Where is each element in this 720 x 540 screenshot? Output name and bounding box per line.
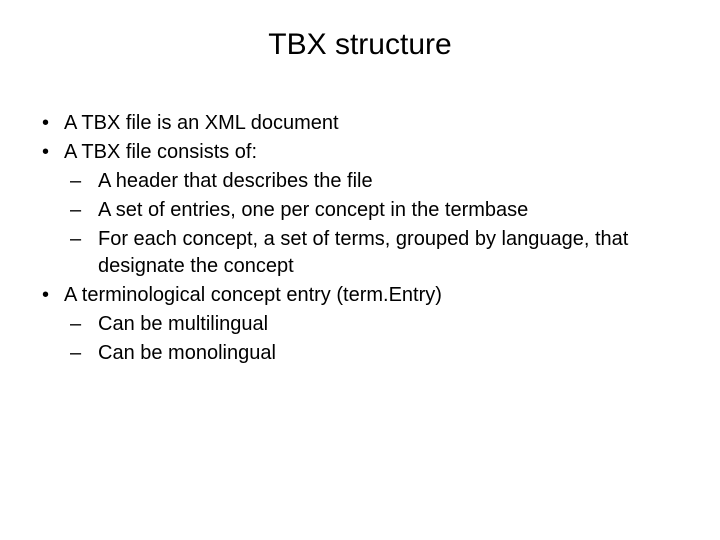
dash-marker: –	[70, 226, 98, 280]
slide-content: • A TBX file is an XML document • A TBX …	[36, 110, 684, 367]
bullet-marker: •	[36, 139, 64, 166]
bullet-marker: •	[36, 282, 64, 309]
dash-marker: –	[70, 168, 98, 195]
list-item: – For each concept, a set of terms, grou…	[36, 226, 684, 280]
bullet-text: A terminological concept entry (term.Ent…	[64, 282, 684, 309]
bullet-text: A TBX file is an XML document	[64, 110, 684, 137]
bullet-text: Can be multilingual	[98, 311, 684, 338]
list-item: – A header that describes the file	[36, 168, 684, 195]
list-item: • A TBX file is an XML document	[36, 110, 684, 137]
list-item: – Can be monolingual	[36, 340, 684, 367]
list-item: • A terminological concept entry (term.E…	[36, 282, 684, 309]
dash-marker: –	[70, 197, 98, 224]
list-item: – A set of entries, one per concept in t…	[36, 197, 684, 224]
bullet-text: Can be monolingual	[98, 340, 684, 367]
list-item: – Can be multilingual	[36, 311, 684, 338]
bullet-marker: •	[36, 110, 64, 137]
bullet-text: A header that describes the file	[98, 168, 684, 195]
slide-title: TBX structure	[36, 28, 684, 62]
dash-marker: –	[70, 311, 98, 338]
bullet-text: A set of entries, one per concept in the…	[98, 197, 684, 224]
list-item: • A TBX file consists of:	[36, 139, 684, 166]
bullet-text: For each concept, a set of terms, groupe…	[98, 226, 684, 280]
bullet-text: A TBX file consists of:	[64, 139, 684, 166]
dash-marker: –	[70, 340, 98, 367]
